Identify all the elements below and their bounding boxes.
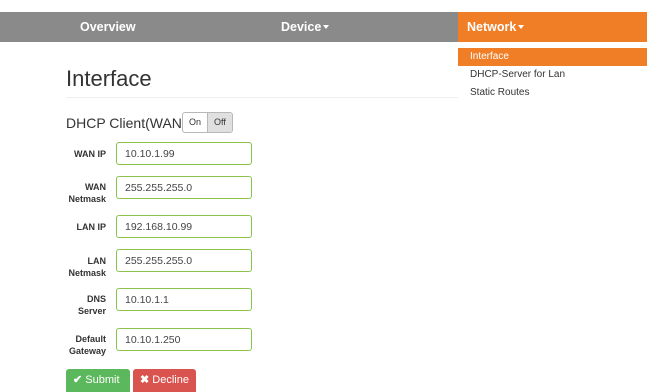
caret-down-icon (323, 24, 330, 29)
nav-overview[interactable]: Overview (80, 12, 136, 42)
dhcp-off-button[interactable]: Off (207, 113, 232, 132)
x-icon: ✖ (140, 374, 150, 386)
wan-netmask-label-line1: WAN (85, 182, 106, 192)
wan-ip-label: WAN IP (36, 148, 106, 160)
default-gateway-label-line2: Gateway (68, 346, 106, 356)
lan-netmask-input[interactable] (116, 249, 252, 272)
dns-server-label: DNS Server (36, 293, 106, 317)
nav-network-label: Network (467, 20, 517, 34)
submit-button[interactable]: ✔ Submit (66, 369, 130, 392)
nav-device-label: Device (281, 20, 322, 34)
nav-network[interactable]: Network (458, 12, 647, 42)
dns-server-input[interactable] (116, 288, 252, 311)
decline-button[interactable]: ✖ Decline (133, 369, 196, 392)
lan-netmask-label-line1: LAN (87, 256, 107, 266)
wan-ip-input[interactable] (116, 142, 252, 165)
dropdown-item-interface[interactable]: Interface (458, 48, 647, 66)
dhcp-on-button[interactable]: On (183, 113, 207, 132)
wan-netmask-label-line2: Netmask (68, 194, 106, 204)
lan-ip-label-text: LAN IP (76, 222, 106, 232)
lan-netmask-label-line2: Netmask (68, 268, 106, 278)
dns-server-label-line1: DNS (86, 294, 106, 304)
wan-ip-label-text: WAN IP (73, 149, 106, 159)
dropdown-item-static-routes[interactable]: Static Routes (458, 84, 647, 102)
default-gateway-label-line1: Default (75, 334, 106, 344)
page-title: Interface (66, 66, 152, 91)
check-icon: ✔ (73, 374, 83, 386)
default-gateway-input[interactable] (116, 328, 252, 351)
nav-device[interactable]: Device (281, 12, 330, 42)
caret-down-icon (518, 24, 525, 29)
dropdown-item-dhcp-server[interactable]: DHCP-Server for Lan (458, 66, 647, 84)
default-gateway-label: Default Gateway (36, 333, 106, 357)
dhcp-client-label: DHCP Client(WAN): (66, 115, 191, 131)
top-navbar: Overview Device Network (0, 12, 647, 42)
dns-server-label-line2: Server (77, 306, 106, 316)
lan-ip-label: LAN IP (36, 221, 106, 233)
title-divider (66, 97, 458, 98)
lan-netmask-label: LAN Netmask (36, 255, 106, 279)
dhcp-toggle: On Off (182, 112, 233, 133)
network-dropdown-menu: Interface DHCP-Server for Lan Static Rou… (458, 48, 647, 101)
submit-label: Submit (85, 374, 120, 386)
lan-ip-input[interactable] (116, 215, 252, 238)
nav-overview-label: Overview (80, 20, 136, 34)
wan-netmask-input[interactable] (116, 176, 252, 199)
decline-label: Decline (152, 374, 189, 386)
wan-netmask-label: WAN Netmask (36, 181, 106, 205)
